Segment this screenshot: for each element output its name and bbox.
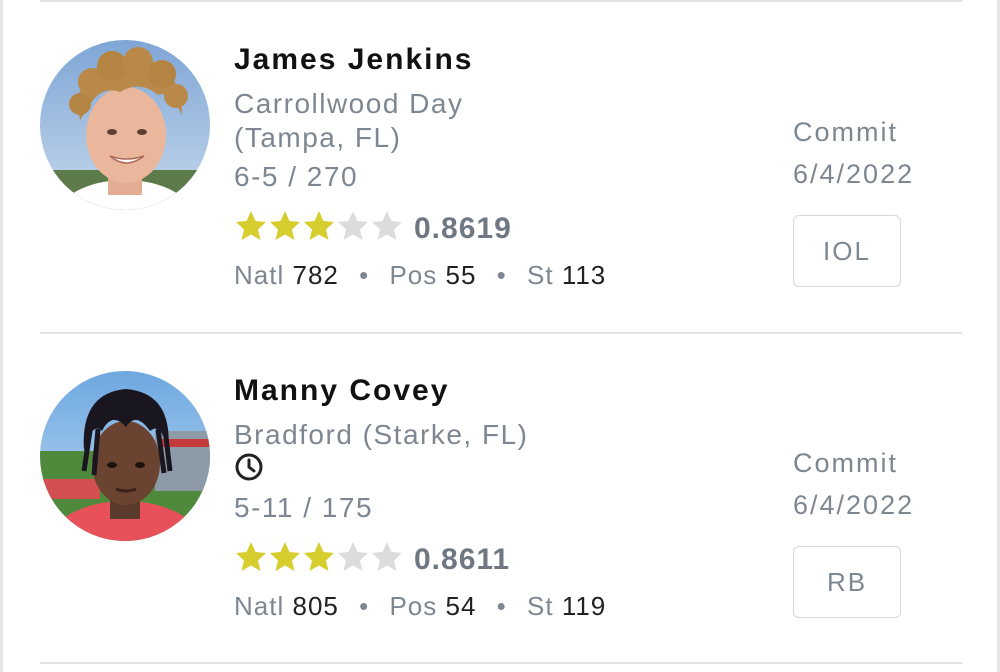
commit-status: Commit 6/4/2022 bbox=[793, 442, 953, 526]
status-label: Commit bbox=[793, 448, 898, 478]
player-school: Carrollwood Day (Tampa, FL) bbox=[234, 88, 464, 153]
separator-dot: • bbox=[496, 260, 507, 290]
star-rating bbox=[234, 540, 404, 574]
status-label: Commit bbox=[793, 117, 898, 147]
star-filled-icon bbox=[236, 542, 266, 571]
rankings: Natl 782 • Pos 55 • St 113 bbox=[234, 260, 606, 291]
natl-label: Natl bbox=[234, 260, 285, 290]
star-empty-icon bbox=[372, 211, 402, 240]
star-filled-icon bbox=[270, 211, 300, 240]
row-divider bbox=[40, 662, 962, 664]
star-filled-icon bbox=[236, 211, 266, 240]
state-label: St bbox=[527, 591, 554, 621]
natl-rank: 805 bbox=[292, 591, 339, 621]
star-filled-icon bbox=[304, 211, 334, 240]
state-rank: 119 bbox=[561, 591, 607, 621]
state-rank: 113 bbox=[561, 260, 607, 290]
player-avatar[interactable] bbox=[40, 371, 210, 541]
star-rating bbox=[234, 209, 404, 243]
commit-status: Commit 6/4/2022 bbox=[793, 111, 953, 195]
player-name[interactable]: Manny Covey bbox=[234, 374, 449, 408]
star-filled-icon bbox=[304, 542, 334, 571]
separator-dot: • bbox=[359, 260, 370, 290]
composite-rating: 0.8611 bbox=[414, 543, 511, 576]
pos-label: Pos bbox=[389, 591, 438, 621]
pos-label: Pos bbox=[389, 260, 438, 290]
status-date: 6/4/2022 bbox=[793, 159, 915, 189]
pos-rank: 55 bbox=[445, 260, 477, 290]
star-empty-icon bbox=[372, 542, 402, 571]
height-weight: 5-11 / 175 bbox=[234, 492, 374, 523]
pos-rank: 54 bbox=[445, 591, 477, 621]
separator-dot: • bbox=[496, 591, 507, 621]
separator-dot: • bbox=[359, 591, 370, 621]
composite-rating: 0.8619 bbox=[414, 212, 512, 245]
star-filled-icon bbox=[270, 542, 300, 571]
player-school: Bradford (Starke, FL) bbox=[234, 419, 529, 450]
star-empty-icon bbox=[338, 211, 368, 240]
height-weight: 6-5 / 270 bbox=[234, 161, 359, 192]
row-divider bbox=[40, 0, 962, 2]
player-avatar[interactable] bbox=[40, 40, 210, 210]
player-card[interactable]: James Jenkins Carrollwood Day (Tampa, FL… bbox=[0, 3, 1000, 333]
star-empty-icon bbox=[338, 542, 368, 571]
position-badge: IOL bbox=[793, 215, 901, 287]
position-badge: RB bbox=[793, 546, 901, 618]
natl-label: Natl bbox=[234, 591, 285, 621]
player-card[interactable]: Manny Covey Bradford (Starke, FL) 5-11 /… bbox=[0, 334, 1000, 664]
clock-icon bbox=[235, 453, 263, 481]
status-date: 6/4/2022 bbox=[793, 490, 915, 520]
player-name[interactable]: James Jenkins bbox=[234, 43, 473, 77]
natl-rank: 782 bbox=[292, 260, 339, 290]
state-label: St bbox=[527, 260, 554, 290]
rankings: Natl 805 • Pos 54 • St 119 bbox=[234, 591, 606, 622]
